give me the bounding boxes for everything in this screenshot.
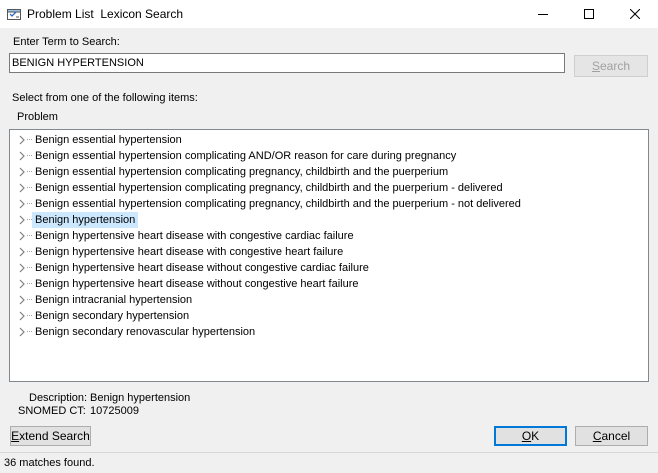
- status-bar: 36 matches found.: [0, 452, 658, 473]
- tree-row[interactable]: Benign essential hypertension complicati…: [10, 164, 610, 180]
- close-icon: [630, 9, 640, 19]
- tree-row[interactable]: Benign essential hypertension complicati…: [10, 180, 610, 196]
- tree-item-label[interactable]: Benign hypertensive heart disease with c…: [32, 228, 357, 244]
- cancel-button[interactable]: Cancel: [575, 426, 648, 446]
- title-bar: Problem List Lexicon Search: [0, 0, 658, 28]
- lexicon-search-window: Problem List Lexicon Search Enter Term t…: [0, 0, 658, 473]
- cancel-label: ancel: [601, 429, 631, 443]
- search-label: Enter Term to Search:: [13, 36, 120, 48]
- search-button-label: earch: [599, 59, 631, 73]
- tree-item-label[interactable]: Benign essential hypertension complicati…: [32, 148, 459, 164]
- tree-item-label[interactable]: Benign intracranial hypertension: [32, 292, 195, 308]
- tree-item-label[interactable]: Benign essential hypertension complicati…: [32, 164, 451, 180]
- column-header-problem[interactable]: Problem: [17, 110, 58, 124]
- extend-search-label: xtend Search: [19, 429, 90, 443]
- tree-row[interactable]: Benign hypertensive heart disease withou…: [10, 260, 610, 276]
- search-input[interactable]: BENIGN HYPERTENSION: [9, 53, 565, 73]
- tree-row[interactable]: Benign secondary hypertension: [10, 308, 610, 324]
- tree-row[interactable]: Benign hypertensive heart disease withou…: [10, 276, 610, 292]
- tree-row[interactable]: Benign essential hypertension complicati…: [10, 148, 610, 164]
- ok-button[interactable]: OK: [494, 426, 567, 446]
- tree-row[interactable]: Benign essential hypertension: [10, 132, 610, 148]
- app-icon: [6, 6, 22, 22]
- tree-item-label[interactable]: Benign hypertensive heart disease withou…: [32, 260, 372, 276]
- tree-row[interactable]: Benign intracranial hypertension: [10, 292, 610, 308]
- tree-row[interactable]: Benign secondary renovascular hypertensi…: [10, 324, 610, 340]
- search-button[interactable]: Search: [574, 55, 648, 77]
- tree-item-label[interactable]: Benign hypertension: [32, 212, 139, 228]
- tree-row[interactable]: Benign hypertensive heart disease with c…: [10, 228, 610, 244]
- tree-item-label[interactable]: Benign essential hypertension: [32, 132, 185, 148]
- tree-item-label[interactable]: Benign essential hypertension complicati…: [32, 180, 506, 196]
- tree-item-label[interactable]: Benign hypertensive heart disease withou…: [32, 276, 361, 292]
- ok-mnemonic: O: [521, 429, 532, 443]
- extend-search-button[interactable]: Extend Search: [10, 426, 91, 446]
- problem-tree-list[interactable]: Benign essential hypertension Benign esse…: [9, 129, 649, 382]
- search-button-mnemonic: S: [591, 59, 600, 73]
- window-title: Problem List Lexicon Search: [27, 7, 184, 21]
- maximize-button[interactable]: [566, 0, 612, 28]
- tree-item-label[interactable]: Benign hypertensive heart disease with c…: [32, 244, 346, 260]
- description-value: Benign hypertension: [90, 392, 191, 404]
- tree-item-label[interactable]: Benign essential hypertension complicati…: [32, 196, 524, 212]
- close-button[interactable]: [612, 0, 658, 28]
- tree-item-label[interactable]: Benign secondary renovascular hypertensi…: [32, 324, 258, 340]
- extend-search-mnemonic: E: [11, 429, 20, 443]
- match-count-status: 36 matches found.: [4, 457, 95, 469]
- minimize-icon: [538, 14, 548, 15]
- snomed-value: 10725009: [90, 405, 139, 417]
- tree-item-label[interactable]: Benign secondary hypertension: [32, 308, 192, 324]
- tree-row[interactable]: Benign essential hypertension complicati…: [10, 196, 610, 212]
- ok-label: K: [531, 429, 540, 443]
- tree-row[interactable]: Benign hypertensive heart disease with c…: [10, 244, 610, 260]
- list-instruction: Select from one of the following items:: [12, 92, 198, 104]
- minimize-button[interactable]: [520, 0, 566, 28]
- maximize-icon: [584, 9, 594, 19]
- description-label: Description:: [29, 392, 88, 404]
- snomed-label: SNOMED CT:: [18, 405, 86, 417]
- tree-row[interactable]: Benign hypertension: [10, 212, 610, 228]
